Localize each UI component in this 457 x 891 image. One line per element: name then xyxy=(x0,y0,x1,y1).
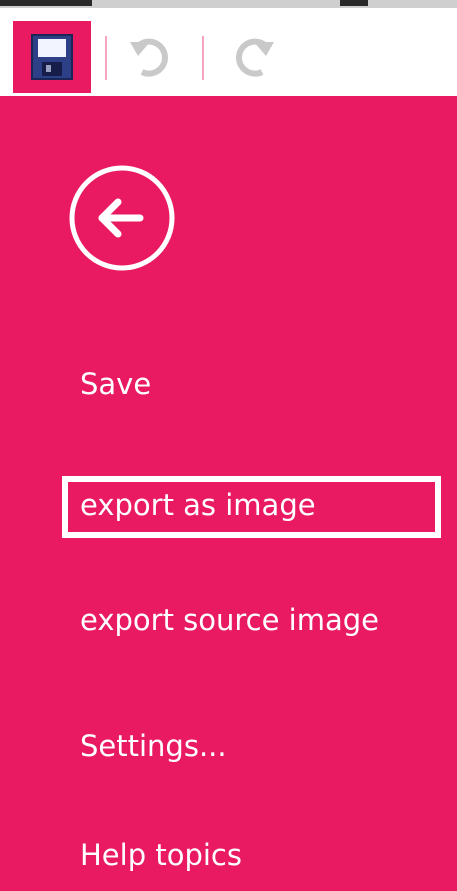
menu-item-help-topics[interactable]: Help topics xyxy=(80,835,242,875)
toolbar xyxy=(0,0,457,96)
back-arrow-icon[interactable] xyxy=(68,164,176,272)
toolbar-separator xyxy=(105,36,107,80)
menu-item-export-source-image[interactable]: export source image xyxy=(80,600,379,640)
menu-item-save[interactable]: Save xyxy=(80,364,151,404)
menu-item-settings[interactable]: Settings... xyxy=(80,726,227,766)
floppy-disk-icon xyxy=(31,34,73,80)
title-strip xyxy=(0,0,457,8)
menu-item-export-as-image[interactable]: export as image xyxy=(62,476,441,538)
redo-icon[interactable] xyxy=(228,32,276,84)
save-button[interactable] xyxy=(13,21,91,93)
toolbar-separator xyxy=(202,36,204,80)
undo-icon[interactable] xyxy=(128,32,176,84)
